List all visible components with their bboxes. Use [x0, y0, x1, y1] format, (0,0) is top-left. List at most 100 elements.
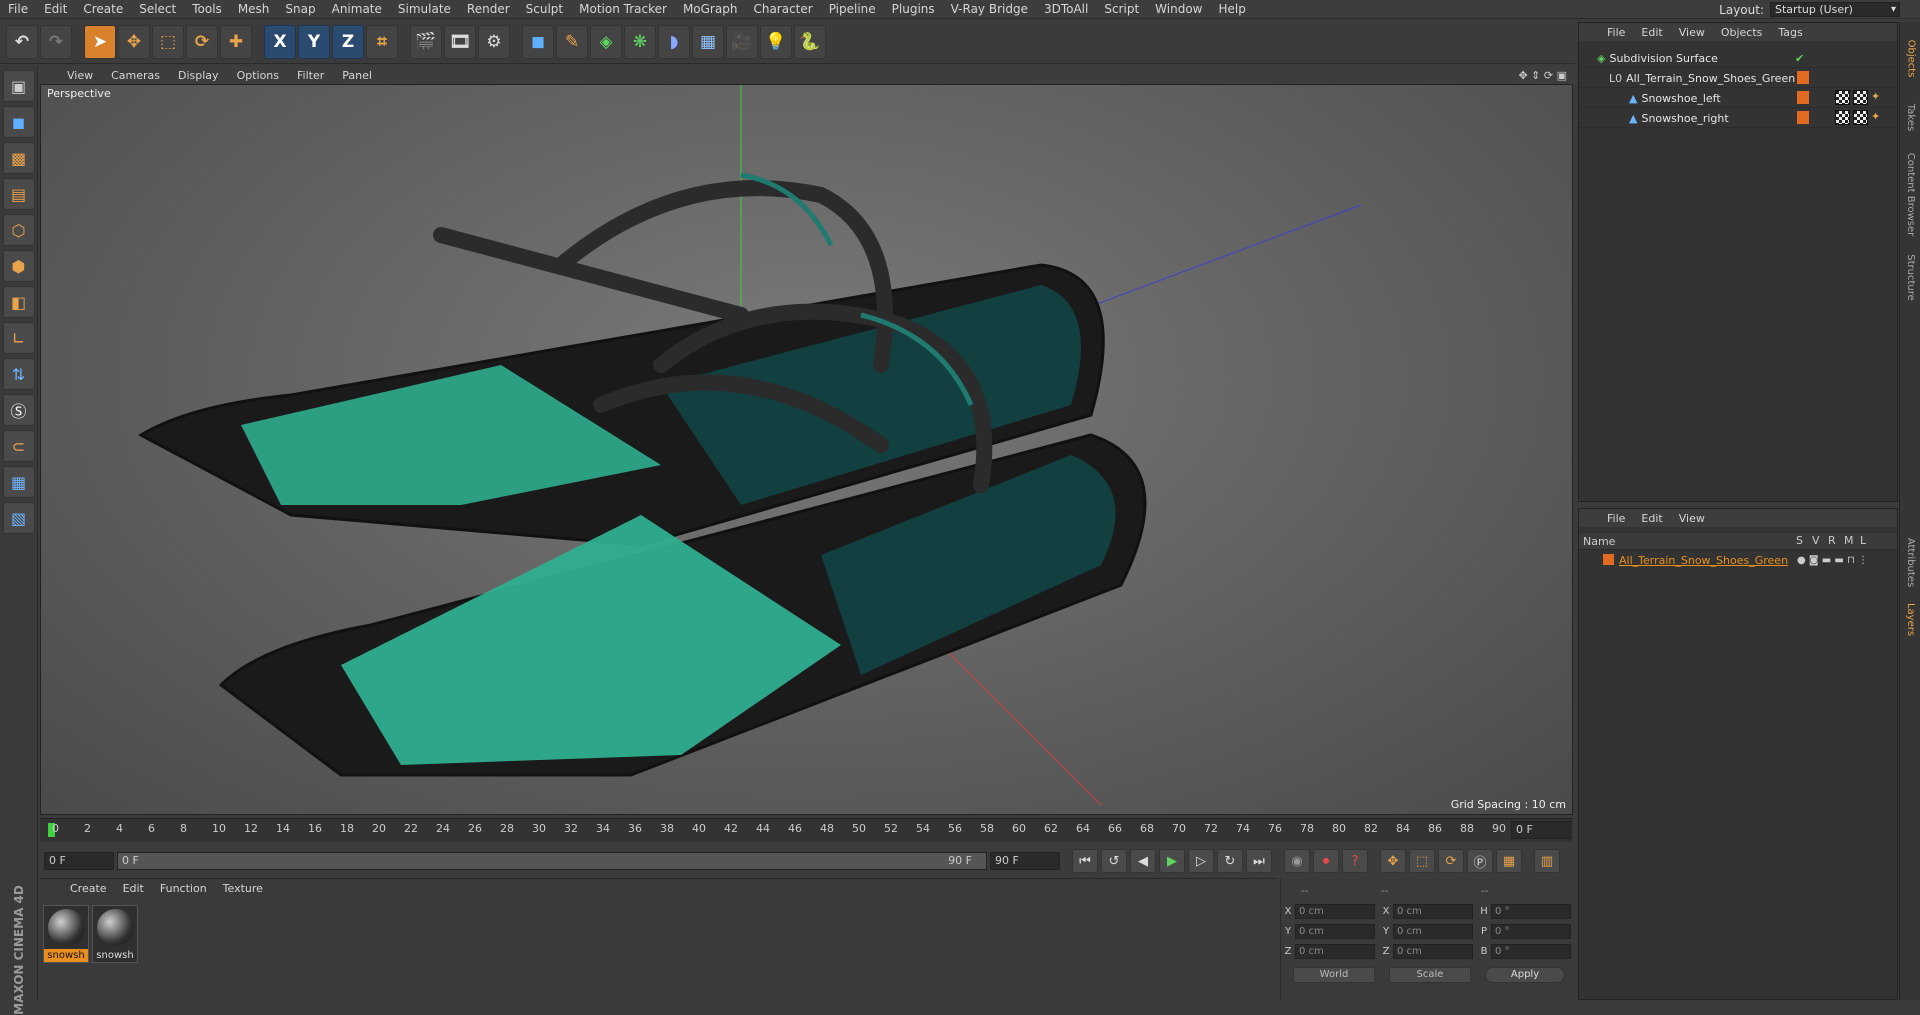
menu-animate[interactable]: Animate [324, 0, 390, 19]
edges-mode-icon[interactable]: ⬢ [2, 250, 35, 282]
current-frame-field[interactable]: 0 F [1511, 821, 1571, 839]
python-icon[interactable]: 🐍 [794, 24, 826, 59]
autokey-icon[interactable]: ⏺ [1313, 849, 1339, 873]
object-menu-edit[interactable]: Edit [1633, 23, 1670, 42]
prev-key-icon[interactable]: ↺ [1101, 849, 1127, 873]
layer-color-swatch[interactable] [1797, 91, 1809, 104]
rotate-icon[interactable]: ⟳ [186, 24, 218, 59]
workplane-icon[interactable]: ▤ [2, 178, 35, 210]
tweak-mode-icon[interactable]: ⇅ [2, 358, 35, 390]
render-settings-icon[interactable]: ⚙ [478, 24, 510, 59]
size-x-field[interactable]: 0 cm [1393, 903, 1473, 919]
cloner-icon[interactable]: ❋ [624, 24, 656, 59]
phong-tag-icon[interactable]: ✦ [1871, 110, 1880, 125]
material-menu-edit[interactable]: Edit [115, 879, 152, 898]
texture-tag-icon[interactable] [1853, 110, 1868, 125]
menu-create[interactable]: Create [75, 0, 131, 19]
layer-color-swatch[interactable] [1797, 111, 1809, 124]
position-y-field[interactable]: 0 cm [1295, 923, 1375, 939]
key-rotation-icon[interactable]: ⟳ [1438, 849, 1464, 873]
next-frame-icon[interactable]: ▷ [1188, 849, 1214, 873]
position-x-field[interactable]: 0 cm [1295, 903, 1375, 919]
apply-button[interactable]: Apply [1485, 967, 1565, 983]
object-row[interactable]: L0 All_Terrain_Snow_Shoes_Green [1579, 69, 1897, 88]
timeline-ruler[interactable]: 0 2 4 6 8 10 12 14 16 18 20 22 24 26 28 30 32 34 36 38 40 42 4… [40, 818, 1573, 842]
axis-mode-icon[interactable]: ∟ [2, 322, 35, 354]
tab-objects[interactable]: Objects [1902, 28, 1919, 88]
y-axis-icon[interactable]: Y [298, 24, 330, 59]
object-row[interactable]: ▲ Snowshoe_right ✦ [1579, 109, 1897, 128]
object-row[interactable]: ▲ Snowshoe_left ✦ [1579, 89, 1897, 108]
keyframe-selection-icon[interactable]: ? [1342, 849, 1368, 873]
deformer-icon[interactable]: ◗ [658, 24, 690, 59]
size-z-field[interactable]: 0 cm [1393, 943, 1473, 959]
render-view-icon[interactable]: 🎬 [410, 24, 442, 59]
layer-menu-file[interactable]: File [1599, 509, 1633, 528]
menu-simulate[interactable]: Simulate [390, 0, 459, 19]
lock-workplane-icon[interactable]: ▦ [2, 466, 35, 498]
magnet-icon[interactable]: ⊂ [2, 430, 35, 462]
tab-layers[interactable]: Layers [1902, 597, 1919, 642]
object-menu-tags[interactable]: Tags [1770, 23, 1810, 42]
rotation-b-field[interactable]: 0 ° [1491, 943, 1571, 959]
tab-structure[interactable]: Structure [1902, 247, 1919, 307]
menu-vray-bridge[interactable]: V-Ray Bridge [943, 0, 1036, 19]
light-icon[interactable]: 💡 [760, 24, 792, 59]
pen-icon[interactable]: ✎ [556, 24, 588, 59]
polygons-mode-icon[interactable]: ◧ [2, 286, 35, 318]
object-menu-objects[interactable]: Objects [1713, 23, 1771, 42]
texture-tag-icon[interactable] [1853, 90, 1868, 105]
select-icon[interactable]: ➤ [84, 24, 116, 59]
redo-icon[interactable]: ↷ [40, 24, 72, 59]
menu-edit[interactable]: Edit [36, 0, 75, 19]
menu-3dtoall[interactable]: 3DToAll [1036, 0, 1096, 19]
coord-icon[interactable]: ⌗ [366, 24, 398, 59]
menu-window[interactable]: Window [1147, 0, 1210, 19]
start-frame-field[interactable]: 0 F [44, 852, 114, 870]
viewport-menu-options[interactable]: Options [228, 66, 288, 85]
menu-character[interactable]: Character [745, 0, 820, 19]
menu-help[interactable]: Help [1210, 0, 1253, 19]
material-menu-texture[interactable]: Texture [215, 879, 271, 898]
subdiv-icon[interactable]: ◈ [590, 24, 622, 59]
layer-menu-view[interactable]: View [1671, 509, 1713, 528]
menu-mesh[interactable]: Mesh [230, 0, 278, 19]
viewport-menu-filter[interactable]: Filter [288, 66, 333, 85]
timeline-window-icon[interactable]: ▥ [1534, 849, 1560, 873]
viewport-nav-icons[interactable]: ✥ ⇕ ⟳ ▣ [1518, 69, 1567, 82]
scale-dropdown[interactable]: Scale [1389, 967, 1471, 983]
key-parameter-icon[interactable]: Ⓟ [1467, 849, 1493, 873]
x-axis-icon[interactable]: X [264, 24, 296, 59]
render-icon[interactable]: 🎞 [444, 24, 476, 59]
goto-end-icon[interactable]: ⏭ [1246, 849, 1272, 873]
rotation-p-field[interactable]: 0 ° [1491, 923, 1571, 939]
menu-sculpt[interactable]: Sculpt [518, 0, 571, 19]
layout-select[interactable]: Startup (User) [1770, 2, 1900, 17]
phong-tag-icon[interactable]: ✦ [1871, 90, 1880, 105]
goto-start-icon[interactable]: ⏮ [1072, 849, 1098, 873]
next-key-icon[interactable]: ↻ [1217, 849, 1243, 873]
size-y-field[interactable]: 0 cm [1393, 923, 1473, 939]
material-menu-function[interactable]: Function [152, 879, 215, 898]
menu-snap[interactable]: Snap [277, 0, 323, 19]
layer-row[interactable]: All_Terrain_Snow_Shoes_Green ● ◙ ▬ ▬ ⊓ ⋮ [1579, 551, 1897, 569]
layer-color-swatch[interactable] [1797, 71, 1809, 84]
key-pla-icon[interactable]: ▦ [1496, 849, 1522, 873]
record-key-icon[interactable]: ◉ [1284, 849, 1310, 873]
viewport-menu-cameras[interactable]: Cameras [102, 66, 169, 85]
viewport-menu-view[interactable]: View [58, 66, 102, 85]
object-menu-file[interactable]: File [1599, 23, 1633, 42]
object-row[interactable]: ◈ Subdivision Surface ✔ [1579, 49, 1897, 68]
menu-plugins[interactable]: Plugins [884, 0, 943, 19]
end-frame-field[interactable]: 90 F [990, 852, 1060, 870]
cube-icon[interactable]: ◼ [522, 24, 554, 59]
layer-toggles[interactable]: ● ◙ ▬ ▬ ⊓ ⋮ [1797, 555, 1868, 566]
key-position-icon[interactable]: ✥ [1380, 849, 1406, 873]
key-scale-icon[interactable]: ⬚ [1409, 849, 1435, 873]
add-icon[interactable]: ✚ [220, 24, 252, 59]
snap-icon[interactable]: Ⓢ [2, 394, 35, 426]
points-mode-icon[interactable]: ⬡ [2, 214, 35, 246]
menu-render[interactable]: Render [459, 0, 518, 19]
floor-icon[interactable]: ▦ [692, 24, 724, 59]
texture-tag-icon[interactable] [1835, 110, 1850, 125]
